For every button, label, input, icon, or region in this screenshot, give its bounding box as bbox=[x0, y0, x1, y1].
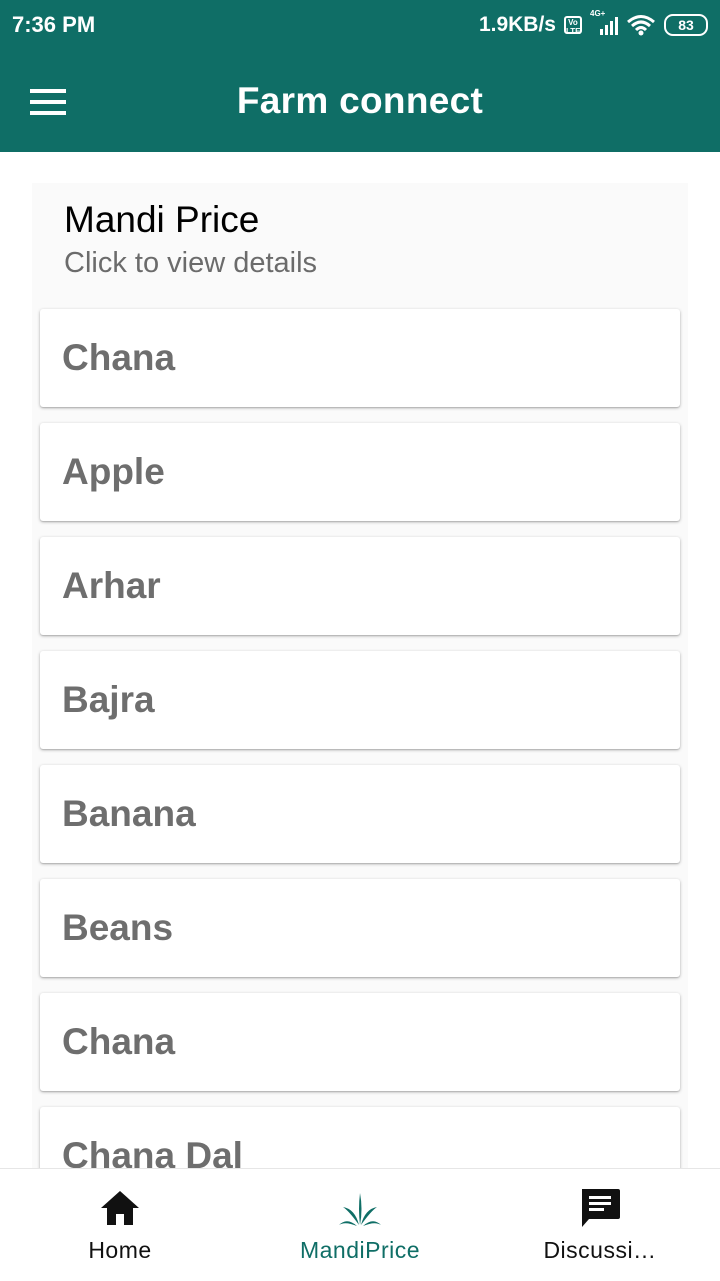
mandi-price-panel: Mandi Price Click to view details Chana … bbox=[32, 183, 688, 1168]
battery-icon: 83 bbox=[664, 14, 708, 36]
commodity-item[interactable]: Chana bbox=[40, 309, 680, 407]
commodity-item[interactable]: Apple bbox=[40, 423, 680, 521]
commodity-name: Apple bbox=[62, 451, 165, 492]
plant-icon bbox=[339, 1193, 381, 1226]
status-icons: 1.9KB/s Vo LTE 4G+ 83 bbox=[478, 9, 708, 39]
nav-discussion[interactable]: Discussi… bbox=[480, 1169, 720, 1281]
network-type: 4G+ bbox=[590, 9, 606, 18]
commodity-name: Chana bbox=[62, 1021, 176, 1062]
commodity-item[interactable]: Banana bbox=[40, 765, 680, 863]
home-icon bbox=[101, 1191, 139, 1225]
app-bar: Farm connect bbox=[0, 52, 720, 152]
commodity-name: Beans bbox=[62, 907, 174, 948]
status-time: 7:36 PM bbox=[12, 12, 96, 37]
commodity-item[interactable]: Arhar bbox=[40, 537, 680, 635]
nav-mandiprice-label: MandiPrice bbox=[299, 1237, 421, 1263]
commodity-item[interactable]: Chana bbox=[40, 993, 680, 1091]
commodity-item[interactable]: Beans bbox=[40, 879, 680, 977]
status-bar: 7:36 PM 1.9KB/s Vo LTE 4G+ 83 bbox=[0, 0, 720, 52]
wifi-icon bbox=[627, 15, 655, 36]
nav-home[interactable]: Home bbox=[0, 1169, 240, 1281]
commodity-name: Banana bbox=[62, 793, 196, 834]
nav-discussion-label: Discussi… bbox=[543, 1237, 657, 1263]
signal-icon: 4G+ bbox=[590, 9, 618, 35]
section-subtitle: Click to view details bbox=[64, 247, 318, 279]
commodity-name: Bajra bbox=[62, 679, 155, 720]
commodity-item[interactable]: Chana Dal bbox=[40, 1107, 680, 1168]
commodity-list: Chana Apple Arhar Bajra Banana Beans Cha… bbox=[40, 309, 680, 1168]
chat-icon bbox=[582, 1189, 620, 1227]
app-title: Farm connect bbox=[236, 80, 484, 121]
commodity-item[interactable]: Bajra bbox=[40, 651, 680, 749]
nav-home-label: Home bbox=[88, 1237, 152, 1263]
volte-icon: Vo LTE bbox=[564, 16, 582, 36]
network-speed: 1.9KB/s bbox=[478, 13, 556, 36]
commodity-name: Chana Dal bbox=[62, 1135, 243, 1168]
section-title: Mandi Price bbox=[64, 199, 260, 240]
commodity-name: Arhar bbox=[62, 565, 161, 606]
nav-mandiprice[interactable]: MandiPrice bbox=[240, 1169, 480, 1281]
commodity-name: Chana bbox=[62, 337, 176, 378]
section-header: Mandi Price Click to view details bbox=[32, 183, 688, 293]
bottom-navigation: Home MandiPrice Discussi… bbox=[0, 1168, 720, 1281]
